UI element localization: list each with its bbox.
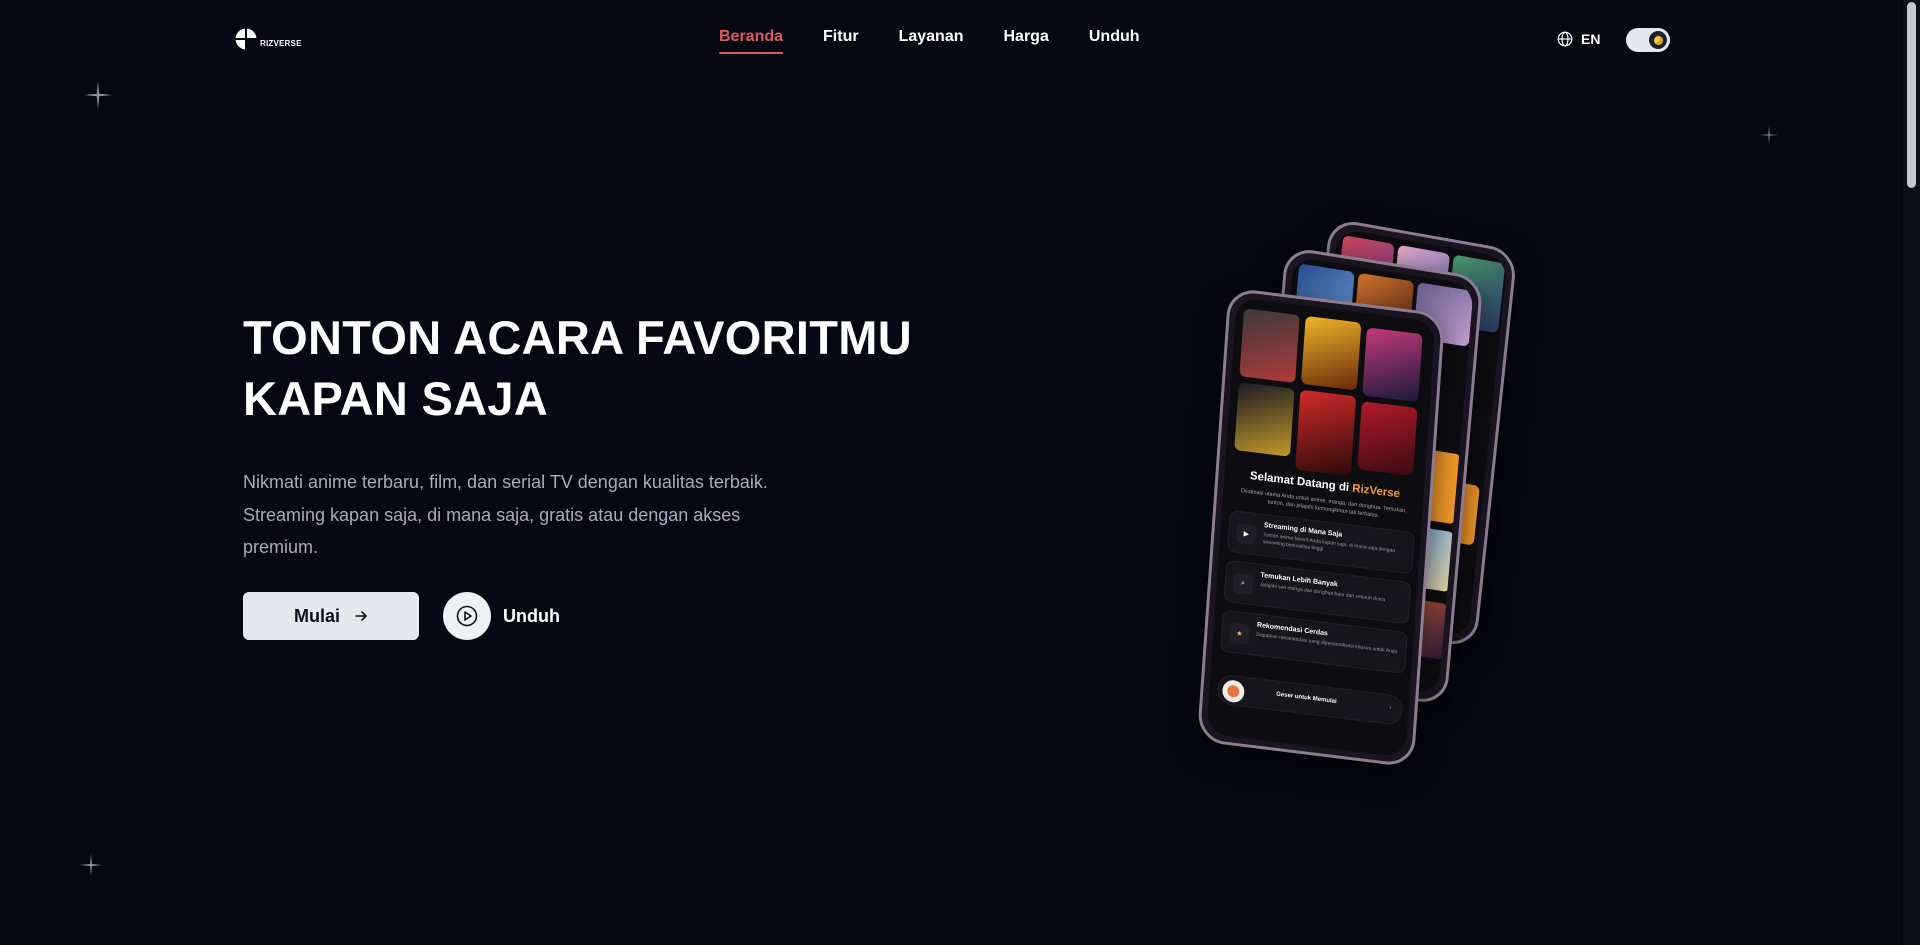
chevron-right-icon: ›	[1388, 704, 1392, 712]
sparkle-decoration	[84, 81, 112, 109]
page-scrollbar[interactable]	[1903, 0, 1920, 945]
play-icon	[456, 605, 478, 627]
logo[interactable]: RIZVERSE	[235, 28, 302, 50]
nav-item-layanan[interactable]: Layanan	[899, 28, 964, 46]
poster-tile	[1362, 327, 1423, 403]
download-button[interactable]: Unduh	[443, 592, 560, 640]
nav-item-beranda[interactable]: Beranda	[719, 28, 784, 54]
poster-tile	[1300, 315, 1362, 391]
language-switcher[interactable]: EN	[1557, 31, 1600, 47]
download-button-label: Unduh	[503, 605, 560, 626]
phone-screen: Selamat Datang di RizVerse Destinasi uta…	[1206, 297, 1436, 758]
play-icon: ▶	[1235, 522, 1258, 546]
poster-tile	[1357, 401, 1418, 476]
poster-tile	[1294, 389, 1357, 477]
play-circle	[443, 592, 491, 640]
app-swipe-label: Geser untuk Memulai	[1276, 691, 1337, 705]
start-button-label: Mulai	[293, 605, 340, 626]
site-header: RIZVERSE Beranda Fitur Layanan Harga Und…	[0, 0, 1903, 80]
arrow-right-icon	[355, 611, 367, 621]
hero-title-line-2: KAPAN SAJA	[243, 372, 549, 425]
language-label: EN	[1581, 31, 1601, 47]
start-button[interactable]: Mulai	[243, 592, 419, 640]
nav-item-unduh[interactable]: Unduh	[1089, 28, 1140, 46]
moon-icon	[1649, 31, 1667, 49]
star-icon: ★	[1228, 622, 1251, 645]
scrollbar-thumb[interactable]	[1907, 2, 1916, 188]
hero-description: Nikmati anime terbaru, film, dan serial …	[243, 472, 768, 557]
nav-item-fitur[interactable]: Fitur	[823, 28, 859, 46]
hero-title: TONTON ACARA FAVORITMU KAPAN SAJA	[243, 307, 1003, 429]
globe-icon	[1557, 31, 1573, 47]
main-nav: Beranda Fitur Layanan Harga Unduh	[719, 28, 1140, 54]
app-feature-desc: Dapatkan rekomendasi yang dipersonalisas…	[1256, 631, 1398, 656]
sparkle-decoration	[1760, 126, 1778, 144]
logo-text: RIZVERSE	[260, 38, 302, 48]
poster-grid	[1233, 308, 1429, 490]
swipe-handle-icon	[1221, 678, 1246, 704]
sparkle-decoration	[80, 854, 102, 876]
poster-tile	[1234, 382, 1295, 457]
app-swipe-bar: Geser untuk Memulai ›	[1216, 673, 1404, 727]
search-icon: ⌕	[1232, 572, 1254, 596]
logo-icon	[235, 28, 257, 50]
hero-title-line-1: TONTON ACARA FAVORITMU	[243, 311, 912, 364]
phone-mockups: Selamat Datang di RizVerse Destinasi uta…	[1196, 217, 1518, 768]
phone-mockup-front: Selamat Datang di RizVerse Destinasi uta…	[1196, 287, 1446, 768]
theme-toggle[interactable]	[1626, 28, 1670, 52]
poster-tile	[1239, 308, 1300, 383]
nav-item-harga[interactable]: Harga	[1004, 28, 1049, 46]
